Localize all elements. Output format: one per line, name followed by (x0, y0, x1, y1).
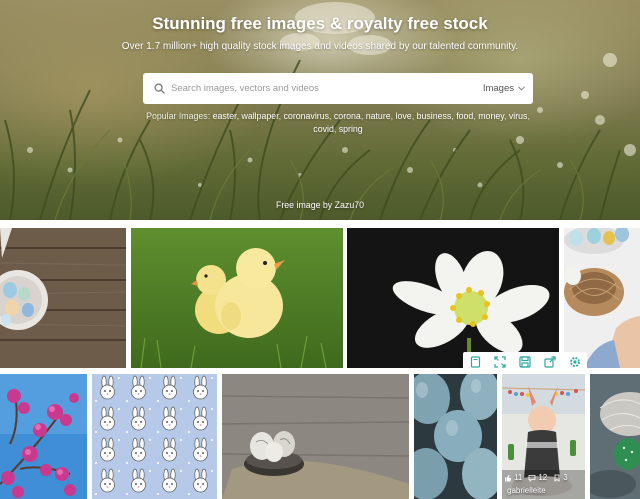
hero-title: Stunning free images & royalty free stoc… (152, 14, 488, 33)
collections-value: 3 (563, 473, 568, 482)
bookmark-icon[interactable] (467, 354, 483, 370)
image-thumbnail-blue-eggs[interactable] (414, 374, 497, 499)
search-input[interactable] (171, 73, 483, 104)
collection-count[interactable]: 3 (553, 473, 568, 482)
image-thumbnail-chicks[interactable] (131, 228, 343, 368)
popular-label: Popular Images: (146, 111, 211, 121)
popular-tag[interactable]: love (396, 111, 412, 121)
media-type-label: Images (482, 83, 514, 94)
likes-value: 11 (514, 473, 523, 482)
image-thumbnail-white-flower[interactable] (347, 228, 559, 368)
search-bar: Images (143, 73, 533, 104)
collection-icon (554, 474, 560, 482)
popular-tag[interactable]: easter (213, 111, 237, 121)
fullscreen-icon[interactable] (492, 354, 508, 370)
search-icon[interactable] (147, 73, 171, 104)
popular-tag[interactable]: covid (313, 124, 334, 134)
like-count[interactable]: 11 (504, 473, 522, 482)
image-thumbnail-bunny-pattern[interactable] (92, 374, 217, 499)
hero-banner: Stunning free images & royalty free stoc… (0, 0, 640, 220)
popular-tag[interactable]: coronavirus (284, 111, 329, 121)
comments-value: 12 (538, 473, 548, 482)
popular-tag[interactable]: corona (334, 111, 361, 121)
image-credit-link[interactable]: Free image by Zazu70 (0, 200, 640, 210)
popular-tag[interactable]: nature (366, 111, 391, 121)
popular-tag[interactable]: business (417, 111, 452, 121)
image-thumbnail-eggs-burlap[interactable] (222, 374, 409, 499)
popular-tag[interactable]: wallpaper (241, 111, 278, 121)
media-type-dropdown[interactable]: Images (483, 83, 533, 94)
image-stats: 11 12 3 (504, 473, 568, 482)
image-thumbnail-easter-eggs-wood[interactable] (0, 228, 126, 368)
image-action-toolbar (463, 352, 587, 372)
image-thumbnail-pink-blossoms[interactable] (0, 374, 87, 499)
popular-tag[interactable]: food (456, 111, 473, 121)
comment-count[interactable]: 12 (528, 473, 547, 482)
image-thumbnail-egg-nest[interactable] (564, 228, 640, 368)
popular-tag[interactable]: spring (339, 124, 363, 134)
image-thumbnail-green-egg[interactable] (590, 374, 640, 499)
popular-searches: Popular Images: easter, wallpaper, coron… (146, 111, 530, 134)
uploader-username[interactable]: gabrielleite (507, 486, 546, 495)
save-icon[interactable] (517, 354, 533, 370)
chevron-down-icon (518, 83, 525, 94)
settings-icon[interactable] (567, 354, 583, 370)
thumbs-up-icon (505, 474, 512, 481)
hero-subtitle: Over 1.7 million+ high quality stock ima… (121, 41, 519, 52)
comment-icon (528, 474, 536, 482)
popular-tag[interactable]: virus (509, 111, 528, 121)
share-icon[interactable] (542, 354, 558, 370)
popular-tag[interactable]: money (478, 111, 504, 121)
